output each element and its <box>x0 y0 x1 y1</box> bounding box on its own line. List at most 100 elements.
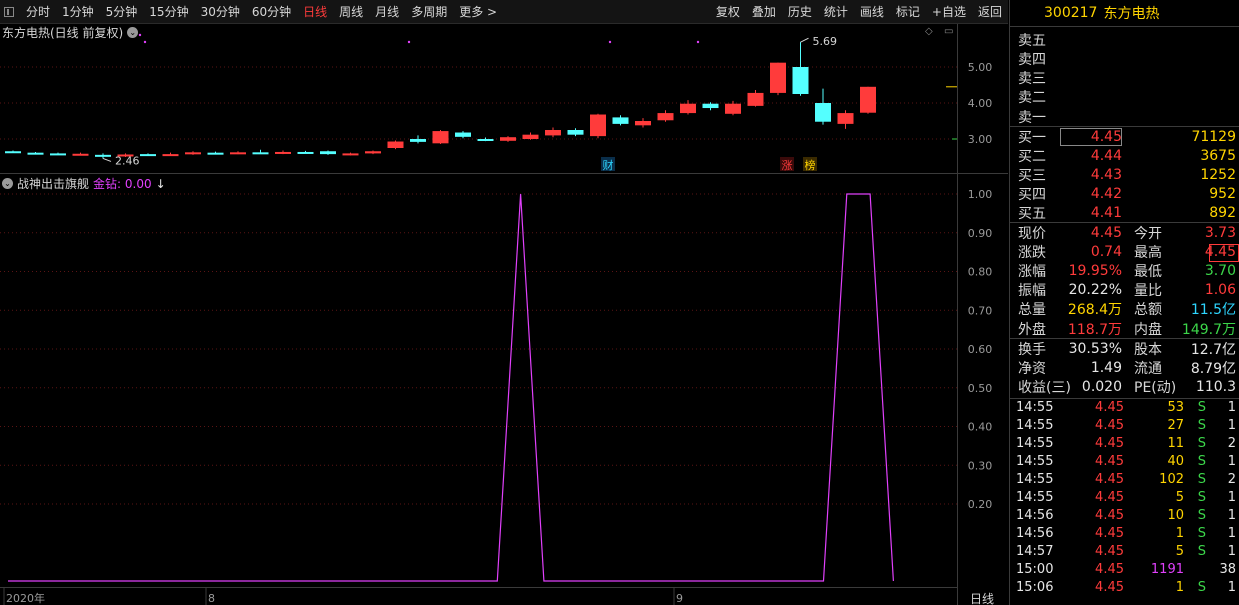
stat-value: 149.7万 <box>1181 321 1236 338</box>
stat-label: 量比 <box>1134 283 1162 300</box>
ask-row[interactable]: 卖三 <box>1010 69 1239 88</box>
stat-label: 现价 <box>1018 225 1046 242</box>
stat-row: 收益(三) 0.020 PE(动) 110.3 <box>1010 377 1239 396</box>
stat-value: 118.7万 <box>1067 321 1122 338</box>
tick-price: 4.45 <box>1095 544 1124 559</box>
candle-body <box>567 130 584 135</box>
action-button-4[interactable]: 画线 <box>854 3 890 20</box>
stat-label: 收益(三) <box>1018 379 1071 396</box>
candle-body <box>207 152 224 155</box>
tick-side: S <box>1197 472 1206 487</box>
quote-header: 300217 东方电热 <box>1010 0 1239 27</box>
indicator-axis-label: 0.40 <box>968 421 993 434</box>
tick-row: 14:55 4.45 11 S 2 <box>1010 436 1239 454</box>
action-button-2[interactable]: 历史 <box>782 3 818 20</box>
bid-label: 买二 <box>1018 148 1046 165</box>
stat-label: 换手 <box>1018 341 1046 358</box>
tick-side: S <box>1197 526 1206 541</box>
candle-body <box>680 103 696 114</box>
signal-dot <box>407 40 411 44</box>
candle-body <box>432 131 449 144</box>
event-tag: 涨 <box>782 159 793 172</box>
indicator-name[interactable]: 战神出击旗舰 <box>17 175 89 192</box>
stat-row: 涨跌 0.74 最高 4.45 <box>1010 242 1239 261</box>
indicator-axis-label: 0.20 <box>968 498 993 511</box>
candle-body <box>455 132 471 137</box>
bid-row[interactable]: 买五 4.41 892 <box>1010 204 1239 223</box>
stat-value: 12.7亿 <box>1190 341 1236 358</box>
stat-row: 外盘 118.7万 内盘 149.7万 <box>1010 319 1239 338</box>
candle-body <box>747 92 764 106</box>
indicator-axis-label: 0.50 <box>968 382 993 395</box>
bid-row[interactable]: 买二 4.44 3675 <box>1010 146 1239 165</box>
tick-side: S <box>1197 544 1206 559</box>
stat-value: 1.06 <box>1204 282 1236 299</box>
action-button-7[interactable]: 返回 <box>972 3 1008 20</box>
candle-body <box>95 154 111 157</box>
signal-dot <box>138 33 142 37</box>
tick-row: 15:00 4.45 1191 38 <box>1010 562 1239 580</box>
tick-side: S <box>1197 490 1206 505</box>
period-tab-0[interactable]: 分时 <box>20 3 56 20</box>
bid-row[interactable]: 买一 4.45 71129 <box>1010 127 1239 146</box>
action-button-1[interactable]: 叠加 <box>746 3 782 20</box>
period-tab-4[interactable]: 30分钟 <box>195 3 246 20</box>
bid-row[interactable]: 买三 4.43 1252 <box>1010 165 1239 184</box>
diamond-icon[interactable]: ◇ <box>925 26 933 37</box>
stat-label: 总额 <box>1134 302 1162 319</box>
chevron-down-icon[interactable]: ⌄ <box>2 178 13 189</box>
bid-label: 买五 <box>1018 206 1046 223</box>
low-marker-line <box>102 157 112 162</box>
period-tab-3[interactable]: 15分钟 <box>143 3 194 20</box>
stat-row: 净资 1.49 流通 8.79亿 <box>1010 358 1239 377</box>
candle-body <box>815 103 831 122</box>
action-button-6[interactable]: +自选 <box>926 3 972 20</box>
tick-row: 14:55 4.45 53 S 1 <box>1010 400 1239 418</box>
ask-row[interactable]: 卖四 <box>1010 49 1239 68</box>
ask-label: 卖四 <box>1018 51 1046 68</box>
candle-body <box>365 151 381 154</box>
tick-row: 14:56 4.45 1 S 1 <box>1010 526 1239 544</box>
period-tab-5[interactable]: 60分钟 <box>246 3 297 20</box>
ask-row[interactable]: 卖五 <box>1010 30 1239 49</box>
candle-body <box>635 121 651 126</box>
tick-volume: 1191 <box>1150 562 1184 577</box>
stat-value: 0.020 <box>1081 378 1122 395</box>
candle-body <box>297 151 314 154</box>
stat-row: 换手 30.53% 股本 12.7亿 <box>1010 339 1239 358</box>
tick-price: 4.45 <box>1095 580 1124 595</box>
ask-label: 卖二 <box>1018 90 1046 107</box>
price-axis-label: 3.00 <box>968 133 993 146</box>
action-button-3[interactable]: 统计 <box>818 3 854 20</box>
period-tab-1[interactable]: 1分钟 <box>56 3 100 20</box>
stat-value: 268.4万 <box>1067 302 1122 319</box>
ask-row[interactable]: 卖二 <box>1010 88 1239 107</box>
period-tab-8[interactable]: 月线 <box>369 3 405 20</box>
high-marker-line <box>800 37 809 43</box>
indicator-axis-label: 1.00 <box>968 188 993 201</box>
tick-time: 14:55 <box>1016 436 1054 451</box>
tick-price: 4.45 <box>1095 562 1124 577</box>
bid-label: 买三 <box>1018 167 1046 184</box>
chevron-down-icon[interactable]: ⌄ <box>127 27 139 38</box>
stat-value: 30.53% <box>1068 340 1122 357</box>
tick-time: 14:57 <box>1016 544 1054 559</box>
period-tab-2[interactable]: 5分钟 <box>100 3 144 20</box>
action-button-0[interactable]: 复权 <box>710 3 746 20</box>
bid-price: 4.41 <box>1090 205 1122 222</box>
action-button-5[interactable]: 标记 <box>890 3 926 20</box>
period-label[interactable]: 日线 <box>970 592 994 605</box>
tick-time: 14:55 <box>1016 418 1054 433</box>
period-tab-9[interactable]: 多周期 <box>405 3 453 20</box>
period-tab-6[interactable]: 日线 <box>297 3 333 20</box>
period-tab-7[interactable]: 周线 <box>333 3 369 20</box>
candle-body <box>50 153 66 156</box>
menu-toggle-icon[interactable] <box>4 6 14 17</box>
tick-volume: 102 <box>1159 472 1184 487</box>
chart-canvas[interactable]: 5.00 4.00 3.00 5.69 2.46 财 涨榜 1.00 0.90 0.80 0.70 0… <box>0 24 1008 605</box>
tick-volume: 11 <box>1167 436 1184 451</box>
period-tab-10[interactable]: 更多 > <box>453 3 503 20</box>
ask-row[interactable]: 卖一 <box>1010 107 1239 126</box>
bid-row[interactable]: 买四 4.42 952 <box>1010 185 1239 204</box>
window-restore-icon[interactable]: ▭ <box>944 26 953 37</box>
